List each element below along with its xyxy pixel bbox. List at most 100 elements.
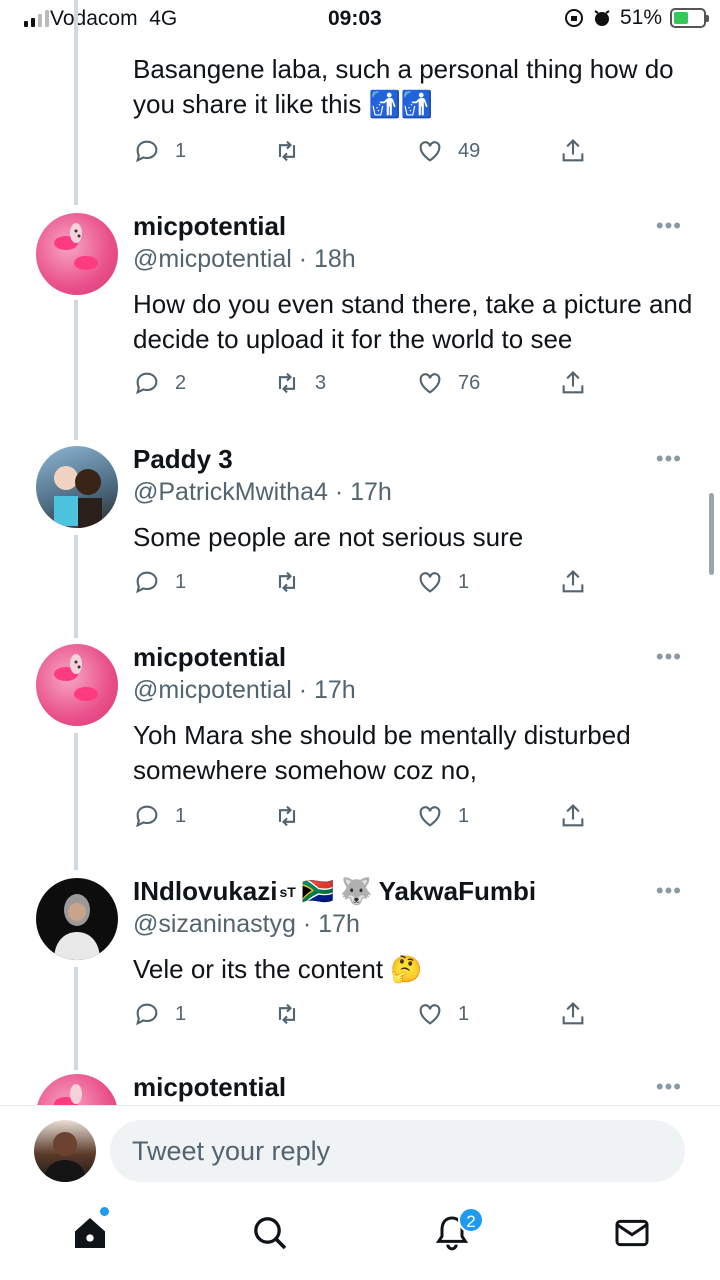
- retweet-button[interactable]: [273, 568, 315, 596]
- tweet[interactable]: Paddy 3 @PatrickMwitha4 · 17h ••• Some p…: [0, 440, 720, 635]
- retweet-button[interactable]: [273, 1000, 315, 1028]
- home-icon: [75, 1218, 105, 1248]
- handle-and-time[interactable]: @micpotential · 17h: [133, 676, 356, 705]
- like-count: 76: [458, 371, 481, 394]
- display-name[interactable]: INdlovukazi: [133, 876, 277, 907]
- retweet-button[interactable]: [273, 802, 315, 830]
- tab-home[interactable]: [70, 1207, 114, 1257]
- user-avatar[interactable]: [36, 878, 118, 960]
- reply-count: 1: [175, 1002, 187, 1025]
- display-name[interactable]: micpotential: [133, 1072, 286, 1103]
- user-avatar[interactable]: [36, 644, 118, 726]
- like-count: 1: [458, 804, 470, 827]
- handle-and-time[interactable]: @micpotential · 18h: [133, 245, 356, 274]
- share-button[interactable]: [559, 1000, 587, 1028]
- reply-icon: [136, 1003, 158, 1026]
- retweet-count: 3: [315, 371, 327, 394]
- reply-button[interactable]: 1: [133, 137, 186, 165]
- reply-button[interactable]: 1: [133, 568, 186, 596]
- tweet-actions: 1 1: [133, 802, 603, 834]
- heart-icon: [419, 373, 441, 394]
- reply-input[interactable]: [110, 1120, 685, 1182]
- user-avatar[interactable]: [36, 1074, 118, 1105]
- like-count: 1: [458, 570, 470, 593]
- handle-and-time[interactable]: @PatrickMwitha4 · 17h: [133, 478, 392, 507]
- reply-count: 1: [175, 804, 187, 827]
- notifications-badge: 2: [458, 1207, 484, 1233]
- reply-icon: [136, 140, 158, 163]
- like-button[interactable]: 49: [416, 137, 480, 165]
- search-icon: [254, 1217, 287, 1250]
- reply-composer: [0, 1105, 720, 1195]
- retweet-icon: [278, 1003, 296, 1025]
- more-options-icon[interactable]: •••: [656, 878, 682, 904]
- display-name[interactable]: Paddy 3: [133, 444, 233, 475]
- share-icon: [562, 371, 584, 394]
- reply-thread[interactable]: Basangene laba, such a personal thing ho…: [0, 0, 720, 1105]
- heart-icon: [419, 806, 441, 827]
- user-avatar[interactable]: [36, 446, 118, 528]
- tweet-actions: 1 49: [133, 137, 603, 169]
- reply-button[interactable]: 1: [133, 802, 186, 830]
- share-button[interactable]: [559, 369, 587, 397]
- like-button[interactable]: 76: [416, 369, 480, 397]
- children-photo-avatar-icon: [54, 466, 102, 528]
- retweet-icon: [278, 805, 296, 827]
- tweet-text: Vele or its the content 🤔: [133, 954, 423, 984]
- reply-icon: [136, 571, 158, 594]
- heart-icon: [419, 572, 441, 593]
- reply-count: 1: [175, 139, 187, 162]
- reply-icon: [136, 805, 158, 828]
- share-icon: [562, 804, 584, 827]
- tweet[interactable]: Basangene laba, such a personal thing ho…: [0, 0, 720, 200]
- retweet-button[interactable]: 3: [273, 369, 326, 397]
- share-button[interactable]: [559, 568, 587, 596]
- south-africa-flag-icon: 🇿🇦: [301, 876, 335, 906]
- reply-count: 2: [175, 371, 187, 394]
- scrollbar[interactable]: [709, 493, 714, 575]
- like-button[interactable]: 1: [416, 802, 469, 830]
- heart-icon: [419, 141, 441, 162]
- tweet[interactable]: INdlovukazi sT 🇿🇦 🐺 YakwaFumbi @sizaninas…: [0, 872, 720, 1067]
- user-avatar[interactable]: [36, 213, 118, 295]
- tweet-actions: 1 1: [133, 568, 603, 600]
- retweet-button[interactable]: [273, 137, 315, 165]
- tweet[interactable]: micpotential @micpotential · 18h ••• How…: [0, 205, 720, 435]
- tweet-actions: 1 1: [133, 1000, 603, 1032]
- more-options-icon[interactable]: •••: [656, 213, 682, 239]
- tweet-text: Yoh Mara she should be mentally disturbe…: [133, 720, 631, 785]
- mail-icon: [615, 1219, 649, 1247]
- tweet[interactable]: micpotential @micpotential · 17h ••• Yoh…: [0, 638, 720, 868]
- bottom-tab-bar: 2: [0, 1195, 720, 1280]
- tweet[interactable]: micpotential •••: [0, 1070, 720, 1105]
- reply-button[interactable]: 1: [133, 1000, 186, 1028]
- share-button[interactable]: [559, 137, 587, 165]
- pink-nails-avatar-icon: [54, 1084, 82, 1105]
- tab-messages[interactable]: [612, 1213, 656, 1257]
- current-user-avatar[interactable]: [34, 1120, 96, 1182]
- like-count: 1: [458, 1002, 470, 1025]
- share-icon: [562, 1002, 584, 1025]
- more-options-icon[interactable]: •••: [656, 1074, 682, 1100]
- pink-nails-avatar-icon: [54, 223, 98, 270]
- display-name[interactable]: micpotential: [133, 642, 286, 673]
- share-icon: [562, 139, 584, 162]
- unread-dot: [100, 1207, 109, 1216]
- more-options-icon[interactable]: •••: [656, 446, 682, 472]
- reply-button[interactable]: 2: [133, 369, 186, 397]
- handle-and-time[interactable]: @sizaninastyg · 17h: [133, 910, 360, 939]
- like-button[interactable]: 1: [416, 568, 469, 596]
- tab-notifications[interactable]: 2: [432, 1207, 484, 1257]
- tweet-text: Some people are not serious sure: [133, 522, 524, 552]
- man-in-hoodie-avatar-icon: [54, 894, 100, 960]
- more-options-icon[interactable]: •••: [656, 644, 682, 670]
- name-superscript: sT: [279, 883, 296, 900]
- heart-icon: [419, 1004, 441, 1025]
- share-icon: [562, 570, 584, 593]
- like-button[interactable]: 1: [416, 1000, 469, 1028]
- current-user-avatar-icon: [44, 1132, 86, 1182]
- tweet-text: Basangene laba, such a personal thing ho…: [133, 54, 674, 119]
- display-name[interactable]: micpotential: [133, 211, 286, 242]
- tab-search[interactable]: [250, 1213, 294, 1257]
- share-button[interactable]: [559, 802, 587, 830]
